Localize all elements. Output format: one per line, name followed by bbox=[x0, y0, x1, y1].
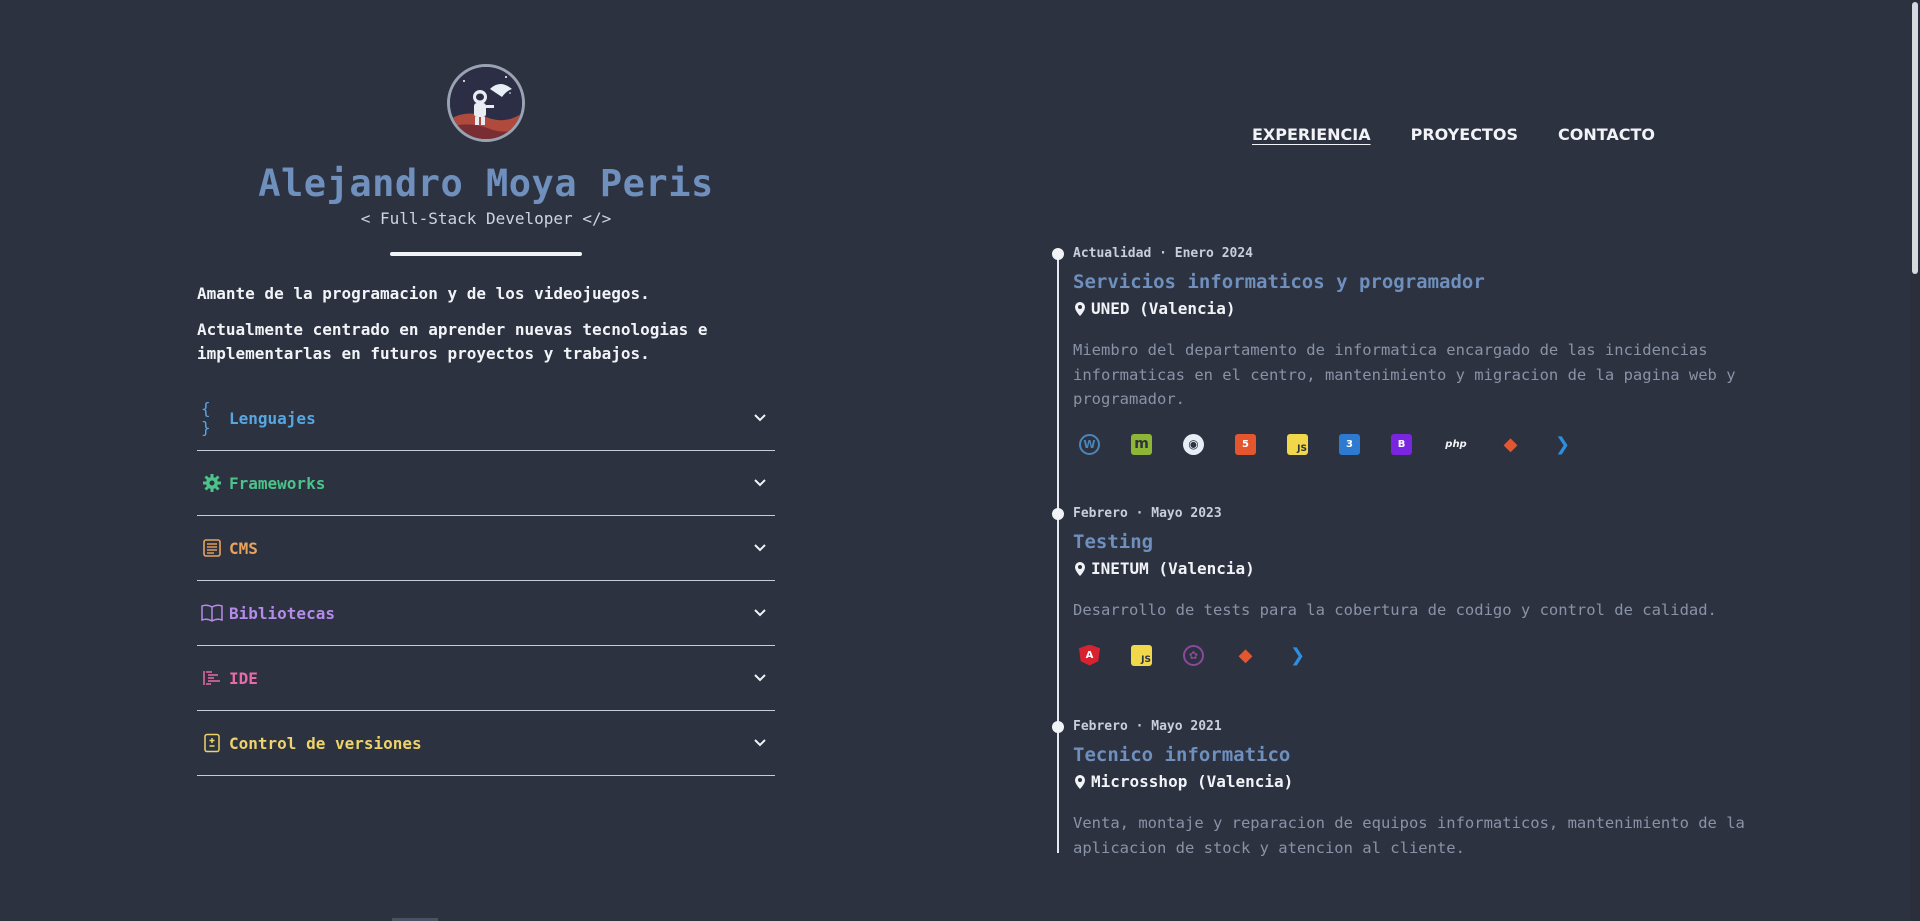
main-nav: EXPERIENCIA PROYECTOS CONTACTO bbox=[1252, 125, 1655, 144]
experience-timeline: Actualidad · Enero 2024 Servicios inform… bbox=[1052, 245, 1776, 857]
entry-place: UNED (Valencia) bbox=[1073, 299, 1776, 318]
git-icon: ◆ bbox=[1238, 644, 1253, 666]
chevron-down-icon bbox=[754, 674, 766, 682]
divider bbox=[390, 252, 582, 256]
bio-line: Amante de la programacion y de los video… bbox=[197, 284, 650, 303]
vscode-icon: ❯ bbox=[1289, 644, 1306, 666]
entry-title: Testing bbox=[1073, 531, 1154, 553]
html5-icon: 5 bbox=[1235, 433, 1256, 455]
timeline-dot bbox=[1052, 248, 1064, 260]
accordion-label: Bibliotecas bbox=[229, 603, 335, 623]
accordion-label: CMS bbox=[229, 538, 258, 558]
tech-list: W m ◉ 5 JS 3 B php ◆ ❯ bbox=[1079, 433, 1776, 455]
entry-date: Actualidad · Enero 2024 bbox=[1073, 246, 1254, 261]
code-lines-icon bbox=[201, 667, 223, 689]
entry-date: Febrero · Mayo 2021 bbox=[1073, 719, 1222, 734]
location-pin-icon bbox=[1075, 301, 1085, 316]
entry-title: Tecnico informatico bbox=[1073, 744, 1291, 766]
javascript-icon: JS bbox=[1287, 433, 1308, 455]
accordion-label: IDE bbox=[229, 668, 258, 688]
chevron-down-icon bbox=[754, 739, 766, 747]
bootstrap-icon: B bbox=[1391, 433, 1412, 455]
nav-proyectos[interactable]: PROYECTOS bbox=[1411, 125, 1518, 144]
accordion-ide[interactable]: IDE bbox=[197, 646, 775, 711]
chevron-down-icon bbox=[754, 609, 766, 617]
javascript-icon: JS bbox=[1131, 644, 1152, 666]
git-icon: ◆ bbox=[1503, 433, 1518, 455]
entry-place: Microsshop (Valencia) bbox=[1073, 772, 1776, 791]
location-pin-icon bbox=[1075, 561, 1085, 576]
postman-icon: ◉ bbox=[1183, 433, 1204, 455]
jasmine-icon: ✿ bbox=[1183, 644, 1204, 666]
entry-description: Venta, montaje y reparacion de equipos i… bbox=[1073, 814, 1745, 857]
bio: Amante de la programacion y de los video… bbox=[197, 282, 775, 366]
nav-contacto[interactable]: CONTACTO bbox=[1558, 125, 1655, 144]
entry-place-text: INETUM (Valencia) bbox=[1091, 559, 1255, 578]
entry-description: Miembro del departamento de informatica … bbox=[1073, 341, 1736, 408]
tech-list: A JS ✿ ◆ ❯ bbox=[1079, 644, 1776, 666]
accordion-cms[interactable]: CMS bbox=[197, 516, 775, 581]
entry-title: Servicios informaticos y programador bbox=[1073, 271, 1485, 293]
php-icon: php bbox=[1445, 438, 1467, 450]
astronaut-avatar-icon bbox=[450, 67, 522, 139]
accordion-control-versiones[interactable]: Control de versiones bbox=[197, 711, 775, 776]
angular-icon: A bbox=[1079, 644, 1100, 666]
css3-icon: 3 bbox=[1339, 433, 1360, 455]
book-icon bbox=[201, 602, 223, 624]
experience-entry: Febrero · Mayo 2021 Tecnico informatico … bbox=[1052, 718, 1776, 860]
chevron-down-icon bbox=[754, 414, 766, 422]
braces-icon: { } bbox=[201, 399, 211, 437]
scrollbar-thumb[interactable] bbox=[1912, 2, 1918, 274]
timeline-dot bbox=[1052, 721, 1064, 733]
accordion-bibliotecas[interactable]: Bibliotecas bbox=[197, 581, 775, 646]
moodle-icon: m bbox=[1131, 433, 1152, 455]
avatar bbox=[447, 64, 525, 142]
entry-date: Febrero · Mayo 2023 bbox=[1073, 506, 1222, 521]
accordion-lenguajes[interactable]: { } Lenguajes bbox=[197, 386, 775, 451]
accordion-frameworks[interactable]: Frameworks bbox=[197, 451, 775, 516]
chevron-down-icon bbox=[754, 479, 766, 487]
accordion-label: Frameworks bbox=[229, 473, 326, 493]
vertical-scrollbar[interactable] bbox=[1910, 0, 1920, 921]
gear-icon bbox=[201, 472, 223, 494]
wordpress-icon: W bbox=[1079, 433, 1100, 455]
profile-column: Alejandro Moya Peris < Full-Stack Develo… bbox=[197, 64, 775, 776]
entry-place-text: Microsshop (Valencia) bbox=[1091, 772, 1294, 791]
git-file-icon bbox=[201, 732, 223, 754]
bio-line: Actualmente centrado en aprender nuevas … bbox=[197, 320, 708, 363]
timeline-dot bbox=[1052, 508, 1064, 520]
profile-role: < Full-Stack Developer </> bbox=[360, 209, 612, 228]
entry-place-text: UNED (Valencia) bbox=[1091, 299, 1236, 318]
accordion-label: Control de versiones bbox=[229, 733, 422, 753]
accordion-label: Lenguajes bbox=[229, 408, 316, 428]
vscode-icon: ❯ bbox=[1554, 433, 1571, 455]
profile-name: Alejandro Moya Peris bbox=[258, 162, 714, 205]
experience-entry: Actualidad · Enero 2024 Servicios inform… bbox=[1052, 245, 1776, 455]
chevron-down-icon bbox=[754, 544, 766, 552]
skills-accordion: { } Lenguajes Frameworks CMS Bibliotecas… bbox=[197, 386, 775, 776]
location-pin-icon bbox=[1075, 774, 1085, 789]
document-icon bbox=[201, 537, 223, 559]
nav-experiencia[interactable]: EXPERIENCIA bbox=[1252, 125, 1371, 144]
entry-place: INETUM (Valencia) bbox=[1073, 559, 1776, 578]
experience-entry: Febrero · Mayo 2023 Testing INETUM (Vale… bbox=[1052, 505, 1776, 666]
entry-description: Desarrollo de tests para la cobertura de… bbox=[1073, 601, 1717, 619]
